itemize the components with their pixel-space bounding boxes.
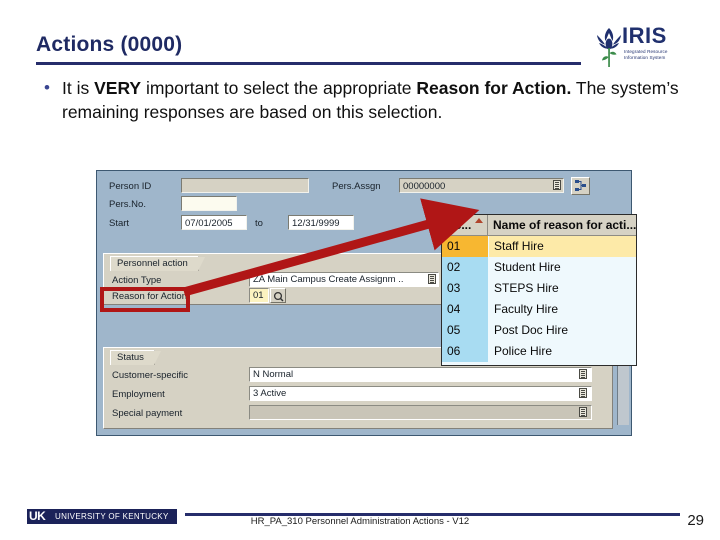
start-label: Start bbox=[109, 218, 130, 229]
dropdown-row-key: 06 bbox=[442, 341, 488, 362]
dropdown-row[interactable]: 01 Staff Hire bbox=[442, 236, 636, 257]
dropdown-row[interactable]: 02 Student Hire bbox=[442, 257, 636, 278]
person-id-field[interactable] bbox=[181, 178, 309, 193]
action-type-label: Action Type bbox=[112, 275, 162, 286]
iris-logo: IRIS Integrated Resource Information Sys… bbox=[594, 24, 684, 72]
dropdown-row-name: Police Hire bbox=[489, 341, 636, 362]
footer-course-text: HR_PA_310 Personnel Administration Actio… bbox=[250, 516, 470, 527]
reason-for-action-dropdown[interactable]: Ac... Name of reason for acti... 01 Staff… bbox=[441, 214, 637, 366]
status-tab[interactable]: Status bbox=[110, 350, 161, 365]
dropdown-row[interactable]: 05 Post Doc Hire bbox=[442, 320, 636, 341]
dropdown-row[interactable]: 06 Police Hire bbox=[442, 341, 636, 362]
dropdown-col1-header-text: Ac... bbox=[446, 218, 472, 232]
to-label: to bbox=[255, 218, 263, 229]
status-row-label: Employment bbox=[112, 389, 165, 400]
dropdown-row-name: Staff Hire bbox=[489, 236, 636, 257]
sort-ascending-icon[interactable] bbox=[475, 218, 483, 223]
dropdown-header-row: Ac... Name of reason for acti... bbox=[442, 215, 636, 236]
dropdown-row-key: 03 bbox=[442, 278, 488, 299]
dropdown-row-name: Student Hire bbox=[489, 257, 636, 278]
hierarchy-icon bbox=[574, 180, 586, 191]
title-divider bbox=[36, 62, 581, 65]
special-payment-field[interactable] bbox=[249, 405, 592, 420]
employment-field[interactable]: 3 Active bbox=[249, 386, 592, 401]
page-number: 29 bbox=[687, 512, 704, 529]
reason-search-help-button[interactable] bbox=[270, 288, 286, 303]
dropdown-row-name: Post Doc Hire bbox=[489, 320, 636, 341]
pers-no-field[interactable] bbox=[181, 196, 237, 211]
end-date-field[interactable]: 12/31/9999 bbox=[288, 215, 354, 230]
pers-no-label: Pers.No. bbox=[109, 199, 146, 210]
dropdown-row-name: STEPS Hire bbox=[489, 278, 636, 299]
org-structure-button[interactable] bbox=[571, 177, 590, 195]
customer-specific-search-help-icon[interactable] bbox=[579, 369, 587, 379]
iris-wordmark: IRIS bbox=[622, 23, 667, 48]
bullet-text-segment: Reason for Action. bbox=[416, 78, 572, 98]
iris-flower-icon bbox=[597, 28, 621, 67]
dropdown-row[interactable]: 04 Faculty Hire bbox=[442, 299, 636, 320]
iris-tagline-line2: Information System bbox=[624, 55, 666, 60]
bullet-text-segment: VERY bbox=[94, 78, 142, 98]
action-type-field[interactable]: ZA Main Campus Create Assignm .. bbox=[249, 272, 439, 287]
pers-assgn-search-help-icon[interactable] bbox=[553, 180, 561, 190]
pers-assgn-label: Pers.Assgn bbox=[332, 181, 381, 192]
dropdown-col2-header[interactable]: Name of reason for acti... bbox=[489, 215, 636, 235]
person-id-label: Person ID bbox=[109, 181, 152, 192]
bullet-text-segment: It is bbox=[62, 78, 95, 98]
dropdown-row-key: 05 bbox=[442, 320, 488, 341]
bullet-text: It is VERY important to select the appro… bbox=[62, 76, 686, 124]
special-payment-search-help-icon[interactable] bbox=[579, 407, 587, 417]
dropdown-col1-header[interactable]: Ac... bbox=[442, 215, 488, 235]
start-date-field[interactable]: 07/01/2005 bbox=[181, 215, 247, 230]
personnel-action-tab[interactable]: Personnel action bbox=[110, 256, 205, 271]
reason-for-action-highlight-box bbox=[100, 287, 190, 312]
dropdown-row-key: 01 bbox=[442, 236, 488, 257]
dropdown-row[interactable]: 03 STEPS Hire bbox=[442, 278, 636, 299]
pers-assgn-field[interactable]: 00000000 bbox=[399, 178, 564, 193]
employment-search-help-icon[interactable] bbox=[579, 388, 587, 398]
bullet-item: • It is VERY important to select the app… bbox=[36, 76, 686, 124]
bullet-text-segment: important to select the appropriate bbox=[141, 78, 417, 98]
dropdown-row-key: 02 bbox=[442, 257, 488, 278]
dropdown-row-name: Faculty Hire bbox=[489, 299, 636, 320]
magnifier-icon bbox=[273, 291, 284, 302]
status-row-label: Special payment bbox=[112, 408, 183, 419]
page-title: Actions (0000) bbox=[36, 33, 183, 56]
customer-specific-field[interactable]: N Normal bbox=[249, 367, 592, 382]
reason-for-action-field[interactable]: 01 bbox=[249, 288, 269, 303]
action-type-search-help-icon[interactable] bbox=[428, 274, 436, 284]
dropdown-row-key: 04 bbox=[442, 299, 488, 320]
iris-tagline: Integrated Resource Information System bbox=[624, 49, 668, 61]
bullet-dot-icon: • bbox=[44, 78, 50, 97]
status-row-label: Customer-specific bbox=[112, 370, 189, 381]
